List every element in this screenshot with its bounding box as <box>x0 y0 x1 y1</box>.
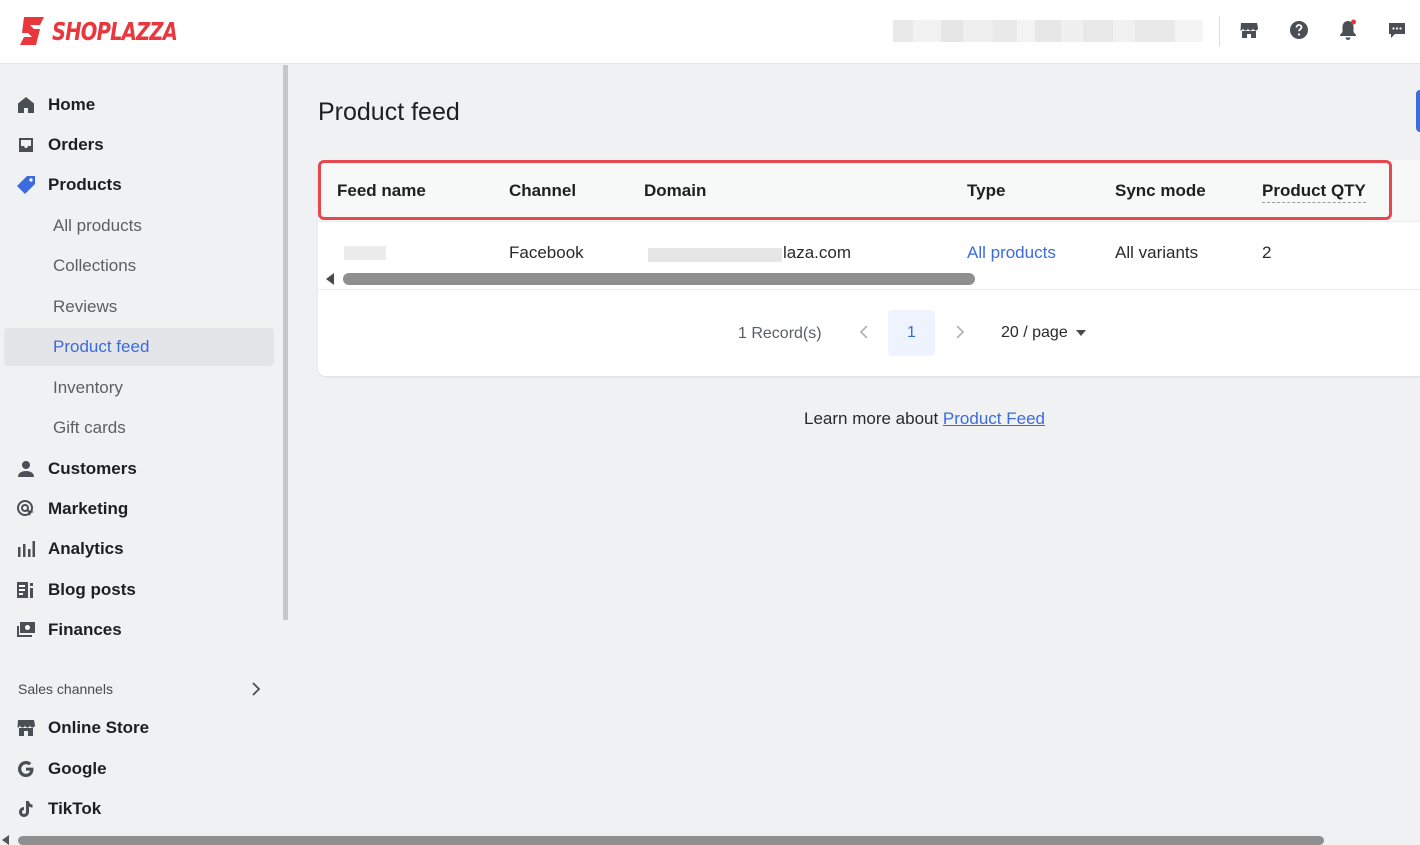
sidebar-item-label: Marketing <box>48 499 129 518</box>
sidebar-item-customers[interactable]: Customers <box>4 450 274 488</box>
product-qty-cell: 2 <box>1262 243 1272 262</box>
table-horizontal-scrollbar[interactable] <box>318 268 1420 288</box>
sidebar-item-label: Collections <box>53 256 137 275</box>
top-divider <box>1219 16 1220 46</box>
home-icon <box>16 95 36 115</box>
scrollbar-thumb[interactable] <box>18 836 1324 845</box>
sidebar-item-label: Blog posts <box>48 580 136 599</box>
column-header-channel: Channel <box>509 181 577 200</box>
sidebar-item-label: Product feed <box>53 337 150 356</box>
page-title: Product feed <box>318 98 460 126</box>
sidebar-item-label: Gift cards <box>53 418 126 437</box>
page-size-label: 20 / page <box>1001 324 1068 341</box>
sidebar-item-label: Finances <box>48 620 122 639</box>
scrollbar-thumb[interactable] <box>343 273 975 285</box>
column-header-product-qty[interactable]: Product QTY <box>1262 181 1366 203</box>
table-row[interactable]: Facebook laza.com All products All varia… <box>318 222 1420 274</box>
store-name-redacted <box>893 20 1203 42</box>
notification-bell-icon[interactable] <box>1336 18 1360 42</box>
shoplazza-logo[interactable]: SHOPLAZZA <box>18 14 212 48</box>
sidebar-item-home[interactable]: Home <box>4 86 274 124</box>
sidebar-item-collections[interactable]: Collections <box>4 247 274 285</box>
sales-channels-label: Sales channels <box>18 681 113 697</box>
sidebar-item-inventory[interactable]: Inventory <box>4 369 274 407</box>
table-header: Feed name Channel Domain Type Sync mode … <box>318 160 1420 222</box>
sidebar-item-label: Reviews <box>53 297 118 316</box>
sidebar-item-label: Analytics <box>48 539 124 558</box>
scroll-left-arrow-icon[interactable] <box>2 835 9 845</box>
domain-cell: laza.com <box>783 243 852 262</box>
tiktok-icon <box>16 799 36 819</box>
sidebar-item-label: Products <box>48 175 122 194</box>
sidebar-item-label: Orders <box>48 135 104 154</box>
scroll-left-arrow-icon[interactable] <box>326 273 334 285</box>
store-icon <box>16 718 36 738</box>
sidebar-item-label: TikTok <box>48 799 102 818</box>
google-icon <box>16 759 36 779</box>
sidebar-item-marketing[interactable]: Marketing <box>4 490 274 528</box>
bar-chart-icon <box>16 539 36 559</box>
sidebar-item-gift-cards[interactable]: Gift cards <box>4 409 274 447</box>
sidebar-item-blog-posts[interactable]: Blog posts <box>4 571 274 609</box>
column-header-feed-name: Feed name <box>337 181 426 200</box>
sidebar-item-label: Google <box>48 759 107 778</box>
sidebar-item-finances[interactable]: Finances <box>4 611 274 649</box>
feed-name-redacted <box>344 246 386 260</box>
top-bar: SHOPLAZZA <box>0 0 1420 64</box>
window-horizontal-scrollbar[interactable] <box>0 833 1420 845</box>
create-feed-button[interactable] <box>1416 90 1420 132</box>
sidebar-item-orders[interactable]: Orders <box>4 126 274 164</box>
finances-icon <box>16 620 36 640</box>
marketing-icon <box>16 499 36 519</box>
chevron-left-icon[interactable] <box>855 322 875 342</box>
help-icon[interactable] <box>1287 18 1311 42</box>
channel-cell: Facebook <box>509 243 584 262</box>
sidebar-item-label: All products <box>53 216 142 235</box>
sidebar-item-label: Inventory <box>53 378 123 397</box>
message-icon[interactable] <box>1385 18 1409 42</box>
sidebar-item-all-products[interactable]: All products <box>4 207 274 245</box>
column-header-sync-mode: Sync mode <box>1115 181 1206 200</box>
sidebar-item-label: Customers <box>48 459 137 478</box>
domain-redacted <box>648 248 782 262</box>
sidebar-item-product-feed[interactable]: Product feed <box>4 328 274 366</box>
sidebar-item-label: Home <box>48 95 96 114</box>
sidebar-item-tiktok[interactable]: TikTok <box>4 790 274 828</box>
caret-down-icon <box>1075 330 1086 336</box>
sidebar-item-products[interactable]: Products <box>4 166 274 204</box>
sidebar-item-google[interactable]: Google <box>4 750 274 788</box>
column-header-type: Type <box>967 181 1006 200</box>
sidebar-item-analytics[interactable]: Analytics <box>4 530 274 568</box>
chevron-right-icon[interactable] <box>949 322 969 342</box>
store-icon[interactable] <box>1237 18 1261 42</box>
page-size-select[interactable]: 20 / page <box>1001 324 1086 342</box>
product-feed-link[interactable]: Product Feed <box>943 409 1045 428</box>
page-button-current[interactable]: 1 <box>888 310 935 356</box>
learn-more: Learn more about Product Feed <box>804 409 1045 429</box>
sidebar-scrollbar[interactable] <box>283 65 288 620</box>
person-icon <box>16 459 36 479</box>
sidebar-item-reviews[interactable]: Reviews <box>4 288 274 326</box>
learn-more-prefix: Learn more about <box>804 409 943 428</box>
orders-icon <box>16 135 36 155</box>
column-header-domain: Domain <box>644 181 707 200</box>
tag-icon <box>16 175 36 195</box>
shoplazza-logo-icon <box>18 15 46 47</box>
sync-mode-cell: All variants <box>1115 243 1199 262</box>
blog-icon <box>16 580 36 600</box>
type-link[interactable]: All products <box>967 243 1056 263</box>
divider <box>318 289 1420 290</box>
product-feed-table-card: Feed name Channel Domain Type Sync mode … <box>318 160 1420 376</box>
record-count: 1 Record(s) <box>738 325 822 342</box>
chevron-right-icon[interactable] <box>248 681 264 697</box>
sidebar-item-label: Online Store <box>48 718 150 737</box>
sidebar-item-online-store[interactable]: Online Store <box>4 709 274 747</box>
brand-name: SHOPLAZZA <box>52 16 178 46</box>
pagination: 1 Record(s) 1 20 / page <box>318 310 1420 356</box>
